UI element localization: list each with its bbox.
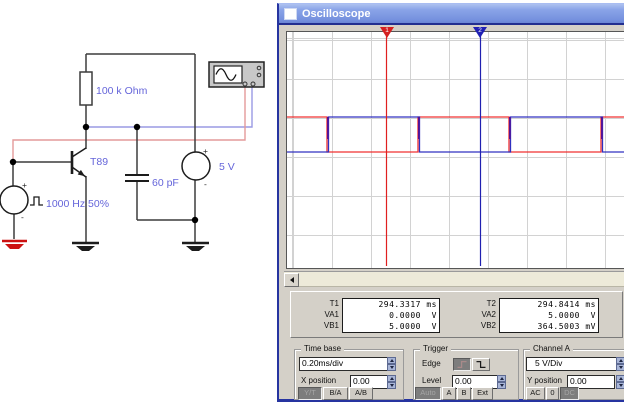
circuit-wires [13,54,195,243]
rising-edge-icon [456,360,468,369]
t1-value: 294.3317 [345,300,421,310]
va1-value: 0.0000 [345,311,421,321]
spin-down-icon[interactable] [387,382,396,389]
t2-label: T2 [456,298,496,309]
measurement-panel: T1 VA1 VB1 294.3317ms 0.0000V 5.0000V T2… [290,291,623,338]
vb2-unit: mV [580,322,596,332]
level-spinner[interactable] [497,375,506,389]
channel-a-scale-field[interactable]: 5 V/Div [526,357,623,371]
spin-down-icon[interactable] [497,382,506,389]
cursor1-readout-labels: T1 VA1 VB1 [299,298,339,331]
square-wave-icon [30,197,43,205]
transistor-label: T89 [90,156,108,168]
trigger-b-button[interactable]: B [457,387,471,400]
oscilloscope-window: Oscilloscope 1 2 T1 VA1 VB1 294 [277,3,624,402]
va2-unit: V [580,311,596,321]
trigger-a-button[interactable]: A [442,387,456,400]
vb2-value: 364.5003 [502,322,580,332]
probe-wire-channel-a[interactable] [13,86,245,162]
yt-button[interactable]: Y/T [298,387,322,400]
spin-down-icon[interactable] [616,382,624,389]
channel-a-scale-spinner[interactable] [616,357,624,371]
emitter-arrow [78,170,85,176]
t1-label: T1 [299,298,339,309]
vb1-label: VB1 [299,320,339,331]
dc-voltage-source[interactable] [182,152,210,180]
capacitor-label: 60 pF [152,177,179,189]
spin-up-icon[interactable] [616,357,624,364]
scope-scrollbar[interactable] [284,271,624,287]
trigger-group: Trigger Edge Level 0.00 Auto A B Ext [413,349,519,400]
y-position-spinner[interactable] [616,375,624,389]
falling-edge-button[interactable] [472,358,490,371]
scroll-left-button[interactable] [284,273,299,287]
t2-value: 294.8414 [502,300,580,310]
ac-button[interactable]: AC [526,387,545,400]
square-wave-source[interactable] [0,186,43,214]
desktop: 100 k Ohm T89 60 pF 5 V 1000 Hz 50% + - … [0,0,624,407]
ground-square-source[interactable] [2,241,27,249]
dc-minus-sign: - [204,179,207,189]
circuit-schematic: 100 k Ohm T89 60 pF 5 V 1000 Hz 50% + - … [0,0,280,270]
x-position-label: X position [301,376,336,385]
timebase-title: Time base [301,344,344,353]
channel-b-trace [287,117,624,152]
ground-emitter[interactable] [72,243,99,251]
ground-dc-source[interactable] [182,243,209,251]
va2-label: VA2 [456,309,496,320]
ab-button[interactable]: A/B [349,387,373,400]
zero-button[interactable]: 0 [546,387,559,400]
channel-a-title: Channel A [530,344,573,353]
falling-edge-icon [475,360,487,369]
cursor2-readout: 294.8414ms 5.0000V 364.5003mV [499,298,599,333]
oscilloscope-icon[interactable] [209,62,264,87]
window-title: Oscilloscope [302,8,370,20]
timebase-group: Time base 0.20ms/div X position 0.00 Y/T… [294,349,404,400]
dc-plus-sign: + [203,146,208,156]
resistor[interactable] [80,72,92,105]
va1-label: VA1 [299,309,339,320]
trigger-ext-button[interactable]: Ext [472,387,493,400]
spin-down-icon[interactable] [616,364,624,371]
channel-a-trace [287,117,624,152]
dc-source-label: 5 V [219,161,235,173]
sq-minus-sign: - [21,212,24,222]
cursor2-readout-labels: T2 VA2 VB2 [456,298,496,331]
spin-up-icon[interactable] [387,357,396,364]
x-position-spinner[interactable] [387,375,396,389]
channel-a-group: Channel A 5 V/Div Y position 0.00 AC 0 D… [523,349,624,400]
vb2-label: VB2 [456,320,496,331]
trigger-title: Trigger [420,344,451,353]
spin-up-icon[interactable] [387,375,396,382]
dc-button[interactable]: DC [560,387,579,400]
t2-unit: ms [580,300,596,310]
t1-unit: ms [421,300,437,310]
left-arrow-icon [290,277,294,283]
window-icon [284,8,297,20]
spin-down-icon[interactable] [387,364,396,371]
va2-value: 5.0000 [502,311,580,321]
vb1-unit: V [421,322,437,332]
y-position-label: Y position [527,376,562,385]
sq-plus-sign: + [22,180,27,190]
timebase-scale-field[interactable]: 0.20ms/div [299,357,388,371]
transistor[interactable] [72,148,86,177]
waveform-plot [287,32,624,266]
scope-display [286,31,624,269]
spin-up-icon[interactable] [616,375,624,382]
rising-edge-button[interactable] [453,358,471,371]
resistor-label: 100 k Ohm [96,85,148,97]
square-source-label: 1000 Hz 50% [46,198,109,210]
spin-up-icon[interactable] [497,375,506,382]
cursor1-readout: 294.3317ms 0.0000V 5.0000V [342,298,440,333]
ba-button[interactable]: B/A [323,387,348,400]
capacitor[interactable] [125,175,149,181]
vb1-value: 5.0000 [345,322,421,332]
edge-label: Edge [422,359,441,368]
timebase-scale-spinner[interactable] [387,357,396,371]
titlebar[interactable]: Oscilloscope [279,4,624,25]
va1-unit: V [421,311,437,321]
level-label: Level [422,376,441,385]
trigger-auto-button[interactable]: Auto [415,387,441,400]
